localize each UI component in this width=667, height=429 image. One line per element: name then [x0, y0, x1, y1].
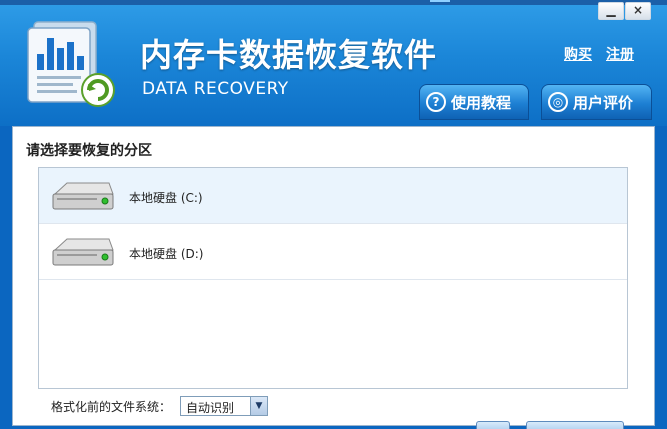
section-title: 请选择要恢复的分区 [26, 143, 152, 159]
user-review-button[interactable]: ◎ 用户评价 [541, 84, 652, 120]
partition-row-d[interactable]: 本地硬盘 (D:) [39, 224, 627, 280]
filesystem-select[interactable]: 自动识别 ▼ [180, 396, 268, 416]
app-logo-icon [27, 21, 115, 107]
partition-list[interactable]: 本地硬盘 (C:) 本地硬盘 (D:) [38, 167, 628, 389]
chevron-down-icon[interactable]: ▼ [250, 397, 267, 415]
hard-drive-icon [52, 182, 114, 210]
app-subtitle: DATA RECOVERY [142, 79, 289, 99]
feedback-icon: ◎ [548, 92, 568, 112]
partition-label: 本地硬盘 (C:) [129, 191, 203, 205]
bottom-button-partial-2[interactable] [526, 421, 624, 429]
filesystem-label: 格式化前的文件系统： [51, 400, 172, 414]
close-button[interactable]: × [625, 2, 651, 20]
bottom-button-partial-1[interactable] [476, 421, 510, 429]
user-review-label: 用户评价 [573, 93, 634, 112]
partition-label: 本地硬盘 (D:) [129, 247, 204, 261]
partition-row-c[interactable]: 本地硬盘 (C:) [39, 168, 627, 224]
title-bar-highlight [430, 0, 450, 2]
hard-drive-icon [52, 238, 114, 266]
title-bar-strip[interactable] [0, 0, 667, 5]
app-header: 内存卡数据恢复软件 DATA RECOVERY ▁ × 购买 注册 ? 使用教程… [0, 0, 667, 126]
app-title: 内存卡数据恢复软件 [140, 36, 438, 74]
buy-link[interactable]: 购买 [564, 44, 592, 64]
register-link[interactable]: 注册 [606, 44, 634, 64]
help-tutorial-label: 使用教程 [451, 93, 512, 112]
help-tutorial-button[interactable]: ? 使用教程 [419, 84, 529, 120]
question-icon: ? [426, 92, 446, 112]
minimize-button[interactable]: ▁ [598, 2, 624, 20]
filesystem-selected-value: 自动识别 [186, 401, 235, 415]
